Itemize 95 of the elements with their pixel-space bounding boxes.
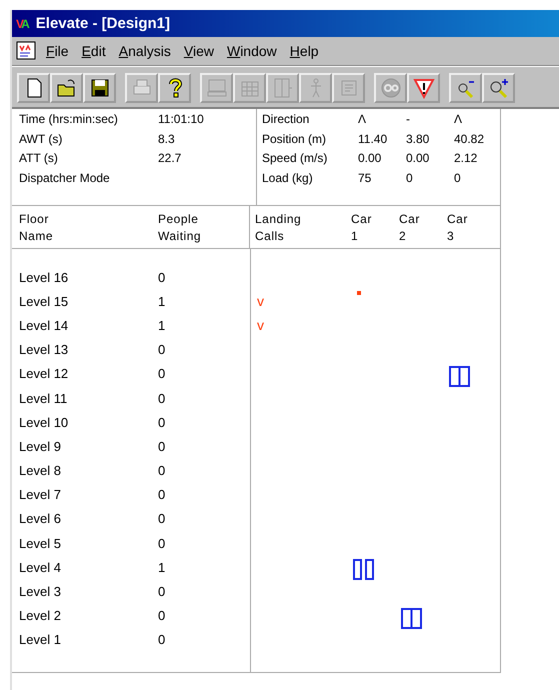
waiting-count: 0 — [158, 511, 166, 526]
floor-name: Level 6 — [19, 511, 62, 526]
menu-item[interactable]: Edit — [82, 43, 106, 59]
floor-name: Level 2 — [19, 608, 62, 624]
waiting-count: 0 — [158, 438, 166, 454]
stat-label: AWT (s) — [19, 132, 64, 148]
toolbar-button[interactable] — [449, 73, 482, 103]
go-icon — [380, 77, 402, 99]
car-stat-label: Position (m) — [262, 132, 328, 148]
floor-name: Level 5 — [19, 536, 62, 551]
menu-item[interactable]: Window — [226, 43, 277, 59]
column-header: Waiting — [158, 228, 202, 242]
zoom-in-icon — [488, 77, 510, 99]
column-header: 3 — [447, 228, 456, 242]
stat-label: Dispatcher Mode — [19, 170, 111, 186]
waiting-count: 0 — [158, 536, 166, 551]
floor-name: Level 12 — [19, 366, 70, 382]
car-stat-value: 0.00 — [358, 151, 382, 167]
toolbar-button[interactable] — [158, 73, 191, 103]
stat-value: 22.7 — [158, 151, 182, 167]
toolbar-button[interactable] — [83, 73, 116, 103]
landing-call: v — [257, 293, 264, 310]
document-icon[interactable] — [16, 41, 38, 61]
waiting-count: 0 — [158, 270, 166, 285]
waiting-count: 1 — [158, 294, 166, 309]
window-title: Elevate - [Design1] — [36, 15, 170, 32]
floor-name: Level 9 — [19, 438, 62, 454]
car-stat-label: Direction — [262, 112, 310, 128]
waiting-count: 0 — [158, 342, 166, 358]
stat-label: ATT (s) — [19, 151, 59, 167]
floor-name: Level 13 — [19, 342, 70, 358]
car-stat-value: 0.00 — [406, 151, 430, 167]
car-stat-value: - — [406, 112, 411, 128]
menu-item[interactable]: Analysis — [118, 43, 171, 59]
toolbar-button[interactable] — [17, 73, 50, 103]
floor-name: Level 14 — [19, 318, 70, 333]
column-header: People — [158, 212, 200, 226]
column-header: Floor — [19, 212, 50, 226]
waiting-count: 0 — [158, 487, 166, 502]
waiting-count: 1 — [158, 318, 166, 333]
floor-name: Level 15 — [19, 294, 70, 309]
floor-name: Level 16 — [19, 270, 70, 285]
door-icon — [272, 77, 294, 99]
waiting-count: 0 — [158, 584, 166, 600]
elevator-car-icon — [449, 366, 470, 387]
warning-icon — [412, 77, 434, 99]
landing-call: v — [257, 317, 264, 334]
column-header: Car — [447, 212, 469, 226]
car-stat-value: 11.40 — [358, 132, 388, 148]
floor-name: Level 4 — [19, 560, 62, 575]
menu-item[interactable]: File — [46, 43, 69, 59]
car-stat-value: 0 — [406, 170, 414, 186]
save-icon — [88, 77, 110, 99]
waiting-count: 0 — [158, 390, 166, 406]
column-header: Car — [351, 212, 373, 226]
car-stat-label: Load (kg) — [262, 170, 314, 186]
car-stat-value: Λ — [454, 112, 464, 128]
stat-value: 11:01:10 — [158, 112, 205, 128]
menu-item[interactable]: View — [184, 43, 214, 59]
car-stat-value: 3.80 — [406, 132, 430, 148]
menu-item[interactable]: Help — [290, 43, 319, 59]
app-logo: VA — [16, 16, 28, 30]
car-stat-label: Speed (m/s) — [262, 151, 328, 167]
column-header: Calls — [255, 228, 286, 242]
column-header: Name — [19, 228, 54, 242]
car-stat-value: 0 — [454, 170, 462, 186]
floor-name: Level 10 — [19, 414, 70, 430]
elevator-car-icon — [353, 559, 374, 580]
floor-name: Level 1 — [19, 632, 62, 648]
waiting-count: 0 — [158, 463, 166, 478]
column-header: Car — [399, 212, 421, 226]
computer-icon — [206, 77, 228, 99]
car-call-icon — [357, 291, 361, 296]
floor-name: Level 7 — [19, 487, 62, 502]
open-folder-icon — [56, 77, 78, 99]
column-header: 1 — [351, 228, 360, 242]
toolbar-button[interactable] — [50, 73, 83, 103]
column-header: 2 — [399, 228, 408, 242]
stat-value: 8.3 — [158, 132, 176, 148]
car-stat-value: 40.82 — [454, 132, 486, 148]
car-stat-value: 75 — [358, 170, 372, 186]
toolbar-button[interactable] — [482, 73, 515, 103]
floor-name: Level 11 — [19, 390, 68, 406]
waiting-count: 0 — [158, 632, 166, 648]
waiting-count: 0 — [158, 366, 166, 382]
column-header: Landing — [255, 212, 302, 226]
floor-name: Level 3 — [19, 584, 62, 600]
waiting-count: 0 — [158, 414, 166, 430]
floor-name: Level 8 — [19, 463, 62, 478]
waiting-count: 1 — [158, 560, 166, 575]
car-stat-value: Λ — [358, 112, 368, 128]
stat-label: Time (hrs:min:sec) — [19, 112, 119, 128]
car-stat-value: 2.12 — [454, 151, 478, 167]
waiting-count: 0 — [158, 608, 166, 624]
elevator-car-icon — [401, 608, 422, 629]
